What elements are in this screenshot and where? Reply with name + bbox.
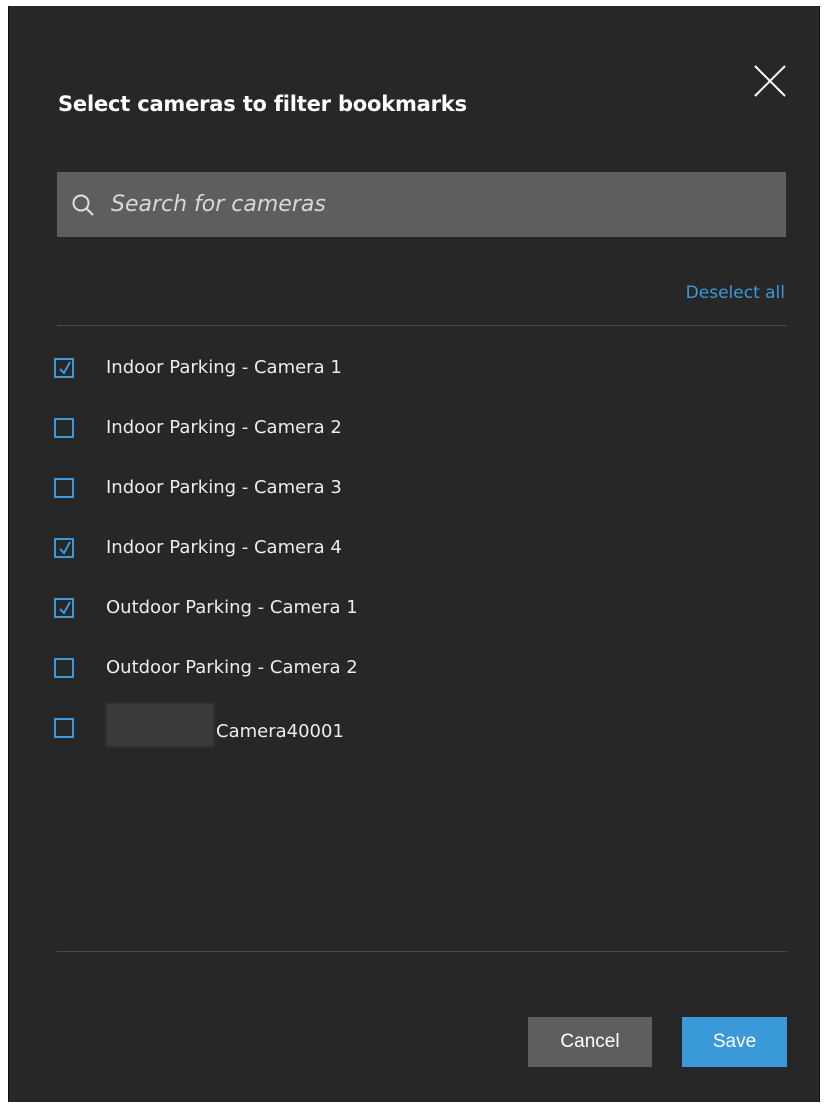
camera-row-outdoor-2[interactable]: Outdoor Parking - Camera 2	[53, 634, 783, 694]
camera-label: Indoor Parking - Camera 2	[106, 417, 342, 438]
cancel-button[interactable]: Cancel	[528, 1017, 652, 1067]
camera-checkbox[interactable]	[54, 538, 74, 558]
divider	[57, 951, 787, 952]
camera-label: Indoor Parking - Camera 4	[106, 537, 342, 558]
camera-row-indoor-3[interactable]: Indoor Parking - Camera 3	[53, 454, 783, 514]
filter-cameras-dialog: Select cameras to filter bookmarks Desel…	[8, 6, 820, 1102]
camera-row-indoor-2[interactable]: Indoor Parking - Camera 2	[53, 394, 783, 454]
camera-row-camera40001[interactable]: Camera40001	[53, 694, 783, 754]
redacted-text	[106, 703, 214, 747]
checkmark-icon	[59, 541, 71, 555]
search-icon	[71, 193, 95, 217]
camera-checkbox[interactable]	[54, 658, 74, 678]
camera-checkbox[interactable]	[54, 718, 74, 738]
camera-row-indoor-1[interactable]: Indoor Parking - Camera 1	[53, 334, 783, 394]
camera-label: Outdoor Parking - Camera 1	[106, 597, 358, 618]
camera-checkbox[interactable]	[54, 358, 74, 378]
camera-label: Outdoor Parking - Camera 2	[106, 657, 358, 678]
camera-checkbox[interactable]	[54, 478, 74, 498]
camera-row-outdoor-1[interactable]: Outdoor Parking - Camera 1	[53, 574, 783, 634]
search-box	[57, 172, 786, 237]
camera-label: Camera40001	[216, 721, 344, 742]
deselect-all-link[interactable]: Deselect all	[686, 283, 785, 303]
camera-checkbox[interactable]	[54, 418, 74, 438]
close-icon[interactable]	[751, 62, 789, 100]
checkmark-icon	[59, 601, 71, 615]
search-input[interactable]	[111, 172, 771, 237]
camera-row-indoor-4[interactable]: Indoor Parking - Camera 4	[53, 514, 783, 574]
dialog-title: Select cameras to filter bookmarks	[58, 92, 467, 116]
camera-list: Indoor Parking - Camera 1 Indoor Parking…	[53, 334, 783, 754]
camera-label-wrapper: Camera40001	[106, 703, 344, 747]
checkmark-icon	[59, 361, 71, 375]
camera-label: Indoor Parking - Camera 3	[106, 477, 342, 498]
camera-label: Indoor Parking - Camera 1	[106, 357, 342, 378]
save-button[interactable]: Save	[682, 1017, 787, 1067]
camera-checkbox[interactable]	[54, 598, 74, 618]
divider	[57, 325, 787, 326]
